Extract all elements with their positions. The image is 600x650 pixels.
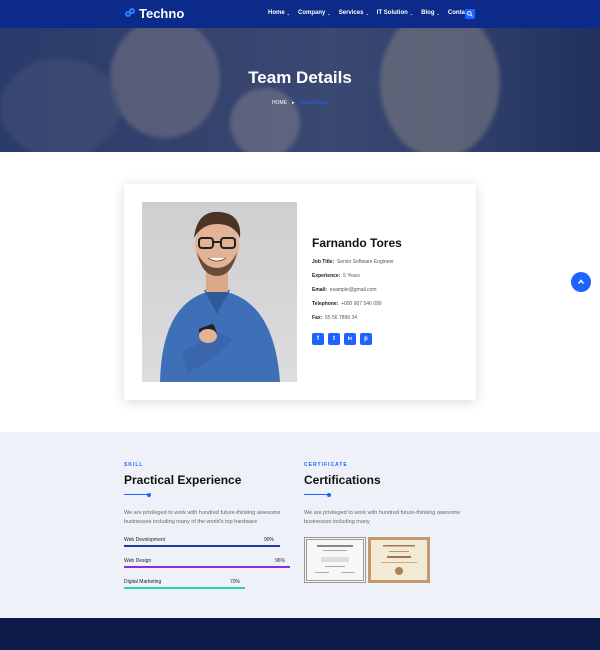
nav-label: IT Solution	[376, 10, 408, 16]
nav-item-home[interactable]: Home ⌄	[268, 10, 290, 16]
certificate-image[interactable]	[368, 537, 430, 583]
logo[interactable]: Techno	[125, 6, 184, 21]
scroll-to-top-button[interactable]	[571, 272, 591, 292]
nav-label: Blog	[421, 10, 435, 16]
heading-underline	[124, 492, 151, 497]
facebook-icon[interactable]: f	[312, 333, 324, 345]
skills-heading: Practical Experience	[124, 473, 242, 487]
experience-label: Experience:	[312, 273, 341, 279]
nav-label: Services	[338, 10, 364, 16]
search-icon	[467, 11, 473, 17]
chevron-down-icon: ⌄	[409, 10, 414, 16]
telephone-value[interactable]: +000 907 546 090	[341, 301, 381, 307]
fax-label: Fax:	[312, 315, 323, 321]
certifications-column: CERTIFICATE Certifications We are privil…	[304, 462, 484, 527]
pinterest-icon[interactable]: p	[360, 333, 372, 345]
chevron-down-icon: ⌄	[286, 10, 291, 16]
certificate-image[interactable]	[304, 537, 366, 583]
logo-icon	[125, 8, 136, 19]
social-links: f t in p	[312, 333, 402, 345]
telephone-label: Telephone:	[312, 301, 339, 307]
nav-item-it-solution[interactable]: IT Solution ⌄	[377, 10, 413, 16]
twitter-icon[interactable]: t	[328, 333, 340, 345]
skill-progress	[124, 587, 245, 589]
banner-person-shape	[380, 28, 500, 152]
skill-name: Web Design	[124, 558, 152, 564]
fax-value: 55 56 7899 34	[325, 315, 358, 321]
brand-name: Techno	[139, 6, 185, 21]
certs-heading: Certifications	[304, 473, 381, 487]
team-member-photo	[142, 202, 297, 382]
search-button[interactable]	[465, 9, 475, 19]
skill-progress	[124, 566, 290, 568]
job-title-row: Job Title: Senior Software Engineer	[312, 259, 402, 265]
nav-label: Home	[268, 10, 285, 16]
email-value[interactable]: example@gmail.com	[330, 287, 377, 293]
linkedin-icon[interactable]: in	[344, 333, 356, 345]
chevron-up-icon	[578, 279, 584, 285]
skill-name: Digital Marketing	[124, 579, 162, 585]
skill-progress	[124, 545, 280, 547]
skills-description: We are privileged to work with hundred f…	[124, 510, 281, 525]
nav-item-services[interactable]: Services ⌄	[339, 10, 369, 16]
chevron-down-icon: ⌄	[327, 10, 331, 16]
fax-row: Fax: 55 56 7899 34	[312, 315, 402, 321]
skill-value: 70%	[230, 579, 241, 585]
page-title: Team Details	[248, 68, 352, 87]
skill-value: 96%	[275, 558, 286, 564]
breadcrumb-current: Team Details	[299, 100, 329, 106]
job-title-value: Senior Software Engineer	[336, 259, 394, 265]
skills-eyebrow: SKILL	[124, 462, 144, 468]
chevron-down-icon: ⌄	[436, 10, 440, 16]
team-member-card: Farnando Tores Job Title: Senior Softwar…	[124, 184, 476, 400]
site-footer	[0, 618, 600, 650]
skills-column: SKILL Practical Experience We are privil…	[124, 462, 304, 527]
breadcrumb-home[interactable]: HOME	[272, 100, 287, 106]
team-member-info: Farnando Tores Job Title: Senior Softwar…	[312, 236, 402, 345]
certs-description: We are privileged to work with hundred f…	[304, 510, 461, 525]
email-label: Email:	[312, 287, 328, 293]
chevron-down-icon: ⌄	[365, 10, 369, 16]
experience-row: Experience: 5 Years	[312, 273, 402, 279]
experience-value: 5 Years	[343, 273, 360, 279]
nav-label: Company	[298, 10, 326, 16]
page-banner: Team Details HOME ▸ Team Details	[0, 28, 600, 152]
skill-value: 90%	[264, 537, 275, 543]
nav-item-company[interactable]: Company ⌄	[298, 10, 331, 16]
nav-item-blog[interactable]: Blog ⌄	[421, 10, 440, 16]
breadcrumb: HOME ▸ Team Details	[272, 100, 328, 106]
breadcrumb-separator-icon: ▸	[292, 100, 295, 106]
site-header: Techno Home ⌄ Company ⌄ Services ⌄ IT Solut…	[0, 0, 600, 28]
job-title-label: Job Title:	[312, 259, 335, 265]
team-member-name: Farnando Tores	[312, 236, 402, 250]
skill-name: Web Development	[124, 537, 166, 543]
email-row: Email: example@gmail.com	[312, 287, 402, 293]
experience-section: SKILL Practical Experience We are privil…	[0, 432, 600, 618]
main-nav: Home ⌄ Company ⌄ Services ⌄ IT Solution ⌄ Bl…	[268, 10, 476, 16]
certs-eyebrow: CERTIFICATE	[304, 462, 348, 468]
banner-hand-shape	[230, 88, 300, 152]
telephone-row: Telephone: +000 907 546 090	[312, 301, 402, 307]
heading-underline	[304, 492, 331, 497]
